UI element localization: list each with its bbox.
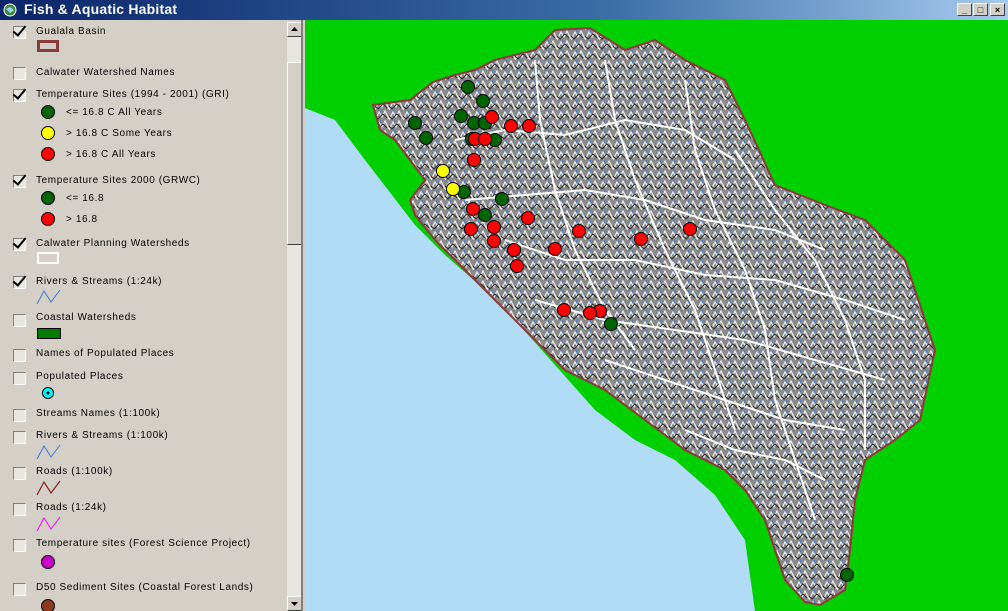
red-temperature-site[interactable] xyxy=(572,224,586,238)
layer-visibility-checkbox[interactable] xyxy=(13,349,26,362)
green-circle-icon xyxy=(41,191,55,205)
layer-visibility-checkbox[interactable] xyxy=(13,314,26,327)
green-temperature-site[interactable] xyxy=(476,94,490,108)
red-temperature-site[interactable] xyxy=(583,306,597,320)
map-view[interactable] xyxy=(305,20,1008,611)
green-temperature-site[interactable] xyxy=(419,131,433,145)
basin-outline-swatch xyxy=(37,40,59,52)
close-button[interactable]: × xyxy=(990,3,1005,16)
green-temperature-site[interactable] xyxy=(461,80,475,94)
red-temperature-site[interactable] xyxy=(487,234,501,248)
layer-name: Rivers & Streams (1:24k) xyxy=(36,276,163,287)
legend-class-label: <= 16.8 C All Years xyxy=(66,107,163,118)
red-temperature-site[interactable] xyxy=(466,202,480,216)
yellow-circle-icon xyxy=(41,126,55,140)
arrow-down-icon xyxy=(291,602,298,606)
magenta-circle-icon xyxy=(41,555,55,569)
layer-visibility-checkbox[interactable] xyxy=(13,175,26,188)
layer-visibility-checkbox[interactable] xyxy=(13,467,26,480)
white-polygon-swatch xyxy=(37,252,59,264)
red-temperature-site[interactable] xyxy=(683,222,697,236)
red-circle-icon xyxy=(41,212,55,226)
table-of-contents: Gualala Basin Calwater Watershed Names T… xyxy=(0,20,303,611)
red-circle-icon xyxy=(41,147,55,161)
green-temperature-site[interactable] xyxy=(604,317,618,331)
layer-visibility-checkbox[interactable] xyxy=(13,431,26,444)
green-circle-icon xyxy=(41,105,55,119)
layer-name: Gualala Basin xyxy=(36,26,107,37)
layer-name: Names of Populated Places xyxy=(36,348,175,359)
layer-name: Populated Places xyxy=(36,371,124,382)
red-temperature-site[interactable] xyxy=(478,132,492,146)
app-window: Fish & Aquatic Habitat _ □ × Gualala Bas… xyxy=(0,0,1008,611)
red-temperature-site[interactable] xyxy=(504,119,518,133)
legend-scrollbar[interactable] xyxy=(287,22,301,611)
layer-name: Calwater Planning Watersheds xyxy=(36,238,190,249)
blue-line-swatch-icon xyxy=(36,444,61,460)
title-bar[interactable]: Fish & Aquatic Habitat _ □ × xyxy=(0,0,1008,20)
green-temperature-site[interactable] xyxy=(840,568,854,582)
layer-visibility-checkbox[interactable] xyxy=(13,276,26,289)
scroll-thumb[interactable] xyxy=(287,62,301,245)
layer-visibility-checkbox[interactable] xyxy=(13,409,26,422)
red-temperature-site[interactable] xyxy=(487,220,501,234)
green-temperature-site[interactable] xyxy=(408,116,422,130)
layer-visibility-checkbox[interactable] xyxy=(13,539,26,552)
legend-class-label: > 16.8 xyxy=(66,214,98,225)
populated-place-icon xyxy=(42,387,54,399)
layer-visibility-checkbox[interactable] xyxy=(13,372,26,385)
red-temperature-site[interactable] xyxy=(485,110,499,124)
layer-name: Temperature Sites 2000 (GRWC) xyxy=(36,175,201,186)
scroll-up-button[interactable] xyxy=(287,22,301,37)
map-canvas[interactable] xyxy=(305,20,1008,611)
minimize-button[interactable]: _ xyxy=(957,3,972,16)
map-globe-icon xyxy=(3,3,17,17)
layer-name: D50 Sediment Sites (Coastal Forest Lands… xyxy=(36,582,254,593)
arrow-up-icon xyxy=(291,27,298,31)
layer-visibility-checkbox[interactable] xyxy=(13,583,26,596)
green-temperature-site[interactable] xyxy=(454,109,468,123)
green-temperature-site[interactable] xyxy=(495,192,509,206)
red-temperature-site[interactable] xyxy=(464,222,478,236)
layer-visibility-checkbox[interactable] xyxy=(13,89,26,102)
layer-name: Calwater Watershed Names xyxy=(36,67,176,78)
layer-list: Gualala Basin Calwater Watershed Names T… xyxy=(0,20,287,611)
green-temperature-site[interactable] xyxy=(478,208,492,222)
layer-name: Streams Names (1:100k) xyxy=(36,408,161,419)
legend-class-label: <= 16.8 xyxy=(66,193,105,204)
maximize-icon: □ xyxy=(977,5,984,15)
scroll-down-button[interactable] xyxy=(287,596,301,611)
layer-name: Roads (1:100k) xyxy=(36,466,113,477)
layer-visibility-checkbox[interactable] xyxy=(13,503,26,516)
layer-name: Roads (1:24k) xyxy=(36,502,107,513)
legend-class-label: > 16.8 C Some Years xyxy=(66,128,173,139)
layer-name: Temperature sites (Forest Science Projec… xyxy=(36,538,251,549)
layer-name: Temperature Sites (1994 - 2001) (GRI) xyxy=(36,89,230,100)
red-temperature-site[interactable] xyxy=(634,232,648,246)
maximize-button[interactable]: □ xyxy=(973,3,988,16)
red-temperature-site[interactable] xyxy=(522,119,536,133)
blue-line-swatch-icon xyxy=(36,289,61,305)
brown-circle-icon xyxy=(41,599,55,611)
window-title: Fish & Aquatic Habitat xyxy=(24,1,178,17)
yellow-temperature-site[interactable] xyxy=(446,182,460,196)
layer-visibility-checkbox[interactable] xyxy=(13,67,26,80)
red-temperature-site[interactable] xyxy=(510,259,524,273)
brown-road-line-icon xyxy=(36,480,61,496)
legend-class-label: > 16.8 C All Years xyxy=(66,149,157,160)
layer-visibility-checkbox[interactable] xyxy=(13,26,26,39)
red-temperature-site[interactable] xyxy=(557,303,571,317)
minimize-icon: _ xyxy=(961,5,967,15)
layer-name: Rivers & Streams (1:100k) xyxy=(36,430,169,441)
red-temperature-site[interactable] xyxy=(548,242,562,256)
red-temperature-site[interactable] xyxy=(467,153,481,167)
close-icon: × xyxy=(994,5,1001,15)
layer-name: Coastal Watersheds xyxy=(36,312,137,323)
magenta-road-line-icon xyxy=(36,516,61,532)
red-temperature-site[interactable] xyxy=(521,211,535,225)
red-temperature-site[interactable] xyxy=(507,243,521,257)
layer-visibility-checkbox[interactable] xyxy=(13,238,26,251)
yellow-temperature-site[interactable] xyxy=(436,164,450,178)
green-fill-swatch xyxy=(37,328,61,339)
